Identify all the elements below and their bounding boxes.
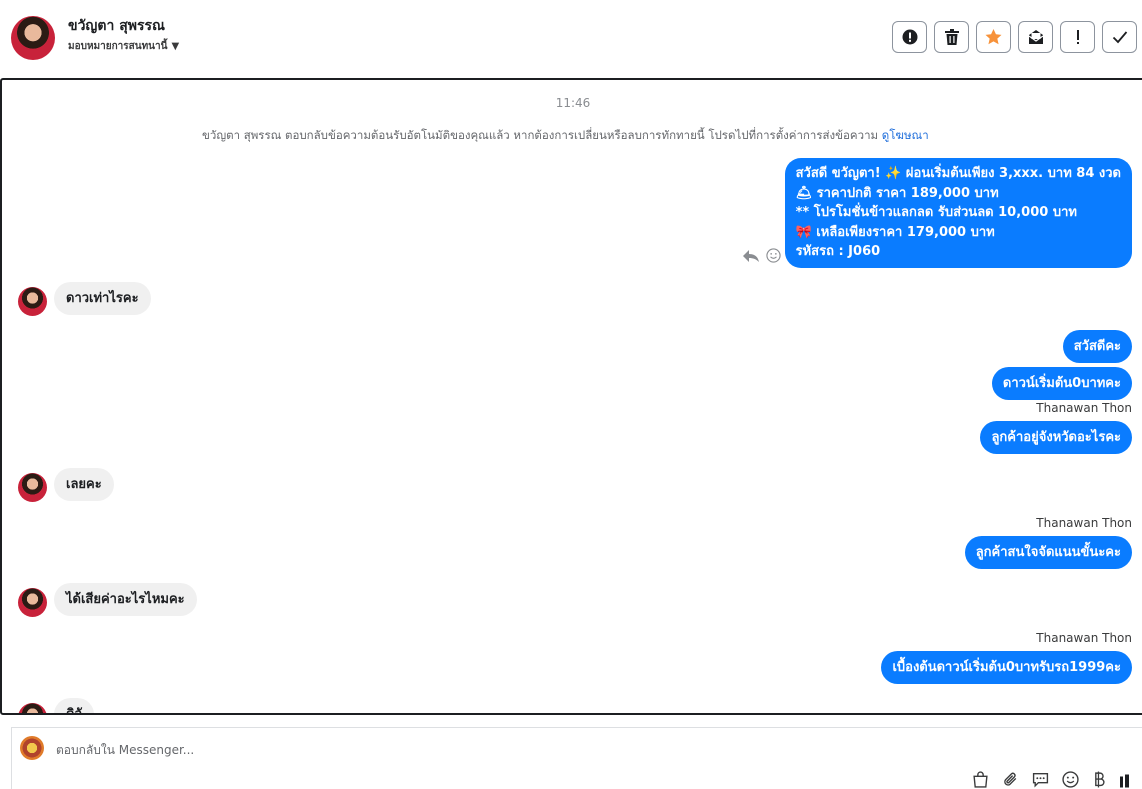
report-spam-button[interactable]: [892, 21, 927, 53]
message-timestamp: 11:46: [555, 96, 591, 110]
incoming-message-bubble[interactable]: เลยคะ: [54, 468, 114, 501]
incoming-message-bubble[interactable]: ดิจั: [54, 698, 95, 713]
more-tools-icon[interactable]: [1119, 771, 1131, 788]
sender-name: Thanawan Thon: [1036, 401, 1132, 415]
mark-unread-icon: [1028, 30, 1043, 44]
sender-name: Thanawan Thon: [1036, 516, 1132, 530]
payment-baht-icon[interactable]: [1092, 771, 1106, 788]
contact-name[interactable]: ขวัญตา สุพรรณ: [68, 15, 165, 37]
contact-avatar[interactable]: [11, 16, 55, 60]
promo-message-bubble[interactable]: สวัสดี ขวัญตา! ✨ ผ่อนเริ่มต้นเพียง 3,xxx…: [784, 158, 1132, 268]
page-avatar: [20, 736, 44, 760]
reply-input[interactable]: ตอบกลับใน Messenger...: [56, 741, 194, 760]
delete-button[interactable]: [934, 21, 969, 53]
promo-line: ** โปรโมชั่นข้าวแลกลด รับส่วนลด 10,000 บ…: [795, 205, 1077, 220]
conversation-toolbar: [892, 21, 1137, 53]
sender-name: Thanawan Thon: [1036, 631, 1132, 645]
reaction-smiley-icon[interactable]: [766, 248, 781, 263]
outgoing-message-bubble[interactable]: ดาวน์เริ่มต้น0บาทคะ: [991, 367, 1132, 400]
contact-avatar-small: [18, 287, 47, 316]
message-composer: ตอบกลับใน Messenger...: [11, 727, 1142, 789]
contact-avatar-small: [18, 588, 47, 617]
assign-conversation-dropdown[interactable]: มอบหมายการสนทนานี้ ▼: [68, 39, 179, 54]
star-button[interactable]: [976, 21, 1011, 53]
promo-line: รหัสรถ : J060: [795, 244, 881, 259]
message-actions: [742, 248, 781, 263]
view-ad-link[interactable]: ดูโฆษณา: [882, 128, 929, 142]
follow-up-button[interactable]: [1060, 21, 1095, 53]
contact-avatar-small: [18, 473, 47, 502]
incoming-message-bubble[interactable]: ได้เสียค่าอะไรไหมคะ: [54, 583, 197, 616]
system-notice: ขวัญตา สุพรรณ ตอบกลับข้อความต้อนรับอัตโน…: [202, 127, 929, 145]
assign-label: มอบหมายการสนทนานี้: [68, 41, 168, 52]
composer-tools: [972, 771, 1131, 788]
trash-icon: [944, 29, 959, 45]
mark-unread-button[interactable]: [1018, 21, 1053, 53]
incoming-message-bubble[interactable]: ดาวเท่าไรคะ: [54, 282, 151, 315]
saved-reply-icon[interactable]: [1032, 771, 1049, 788]
attachment-icon[interactable]: [1002, 771, 1019, 788]
caret-down-icon: ▼: [171, 41, 180, 52]
mark-done-button[interactable]: [1102, 21, 1137, 53]
star-icon: [985, 29, 1002, 45]
promo-line: 🎀 เหลือเพียงราคา 179,000 บาท: [795, 224, 995, 240]
outgoing-message-bubble[interactable]: สวัสดีคะ: [1062, 330, 1132, 363]
outgoing-message-bubble[interactable]: ลูกค้าอยู่จังหวัดอะไรคะ: [980, 421, 1132, 454]
outgoing-message-bubble[interactable]: ลูกค้าสนใจจัดแนนขั้นะคะ: [964, 536, 1132, 569]
emoji-icon[interactable]: [1062, 771, 1079, 788]
shop-bag-icon[interactable]: [972, 771, 989, 788]
promo-line: 🛎 ราคาปกติ ราคา 189,000 บาท: [795, 185, 999, 201]
contact-avatar-small: [18, 703, 47, 713]
reply-icon[interactable]: [742, 249, 760, 263]
message-thread[interactable]: 11:46 ขวัญตา สุพรรณ ตอบกลับข้อความต้อนรั…: [0, 78, 1142, 715]
alert-circle-icon: [902, 29, 917, 45]
system-notice-text: ขวัญตา สุพรรณ ตอบกลับข้อความต้อนรับอัตโน…: [202, 128, 882, 142]
exclamation-icon: [1076, 30, 1079, 44]
check-icon: [1112, 31, 1127, 44]
outgoing-message-bubble[interactable]: เบื้องต้นดาวน์เริ่มต้น0บาทรับรถ1999คะ: [881, 651, 1132, 684]
conversation-header: ขวัญตา สุพรรณ มอบหมายการสนทนานี้ ▼: [0, 0, 1142, 78]
promo-line: สวัสดี ขวัญตา! ✨ ผ่อนเริ่มต้นเพียง 3,xxx…: [795, 166, 1121, 181]
